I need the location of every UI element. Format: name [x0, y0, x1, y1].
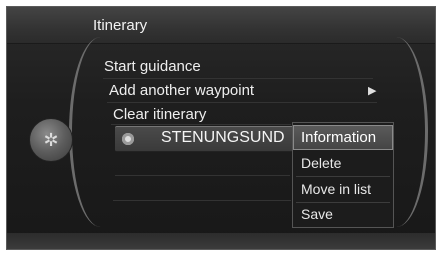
divider: [103, 78, 373, 79]
divider: [115, 175, 290, 176]
popup-item-save[interactable]: Save: [293, 202, 393, 227]
popup-item-information[interactable]: Information: [293, 125, 393, 150]
bottom-bar: [7, 233, 435, 249]
destination-row-selected[interactable]: STENUNGSUND: [115, 126, 300, 152]
destination-name: STENUNGSUND: [161, 129, 285, 146]
popup-item-label: Save: [301, 206, 333, 222]
compass-star-icon[interactable]: ✲: [29, 118, 73, 162]
page-title: Itinerary: [93, 17, 148, 34]
menu-item-add-waypoint[interactable]: Add another waypoint: [109, 82, 254, 99]
radio-dot-icon: [122, 133, 134, 145]
popup-item-label: Information: [301, 129, 377, 146]
popup-item-label: Move in list: [301, 181, 372, 197]
menu-item-label: Add another waypoint: [109, 82, 255, 99]
popup-item-label: Delete: [301, 155, 342, 171]
divider: [111, 124, 291, 125]
divider: [107, 102, 377, 103]
menu-item-start-guidance[interactable]: Start guidance: [104, 58, 201, 75]
nav-screen: Itinerary ✲ Start guidance Add another w…: [6, 6, 436, 250]
popup-item-delete[interactable]: Delete: [293, 151, 393, 176]
divider: [113, 200, 291, 201]
menu-item-label: Start guidance: [104, 58, 201, 75]
popup-item-move-in-list[interactable]: Move in list: [293, 177, 393, 202]
triangle-right-icon: ▶: [368, 85, 377, 97]
context-popup: Information Delete Move in list Save: [292, 122, 394, 228]
menu-item-label: Clear itinerary: [113, 106, 207, 123]
title-bar: Itinerary: [7, 7, 435, 44]
menu-item-clear-itinerary[interactable]: Clear itinerary: [113, 106, 206, 123]
